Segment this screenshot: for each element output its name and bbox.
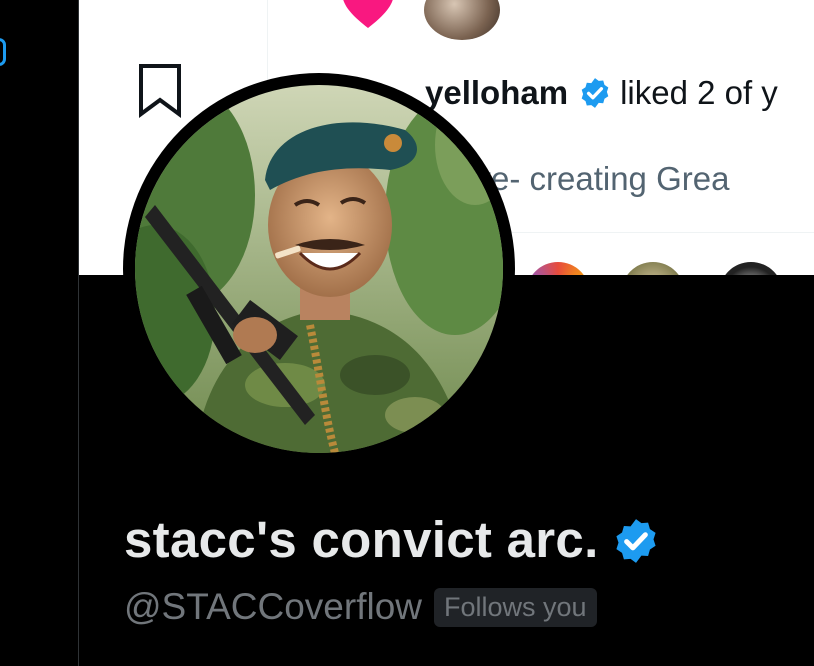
- profile-handle: @STACCoverflow: [124, 586, 422, 627]
- profile-screen: yelloham liked 2 of y y -are- creating G…: [0, 0, 814, 666]
- liker-avatar: [424, 0, 500, 40]
- notification-action: liked 2 of y: [620, 74, 778, 111]
- verified-badge-icon: [581, 78, 609, 108]
- verified-badge-icon[interactable]: [611, 516, 661, 566]
- notification-username: yelloham: [425, 74, 569, 111]
- profile-display-name-row: stacc's convict arc.: [124, 510, 661, 569]
- mini-avatar: [719, 262, 783, 275]
- profile-display-name: stacc's convict arc.: [124, 511, 599, 568]
- mini-avatar: [621, 262, 685, 275]
- nav-item-icon[interactable]: [0, 38, 6, 66]
- mini-avatar: [526, 262, 590, 275]
- notification-line: yelloham liked 2 of y: [425, 74, 778, 112]
- follows-you-badge: Follows you: [434, 587, 597, 627]
- left-navigation-rail: [0, 0, 78, 666]
- profile-handle-row: @STACCoverflow Follows you: [124, 586, 597, 628]
- heart-icon: [343, 0, 393, 28]
- bookmark-icon: [139, 64, 181, 118]
- profile-avatar[interactable]: [135, 85, 503, 453]
- avatar-illustration: [135, 85, 503, 453]
